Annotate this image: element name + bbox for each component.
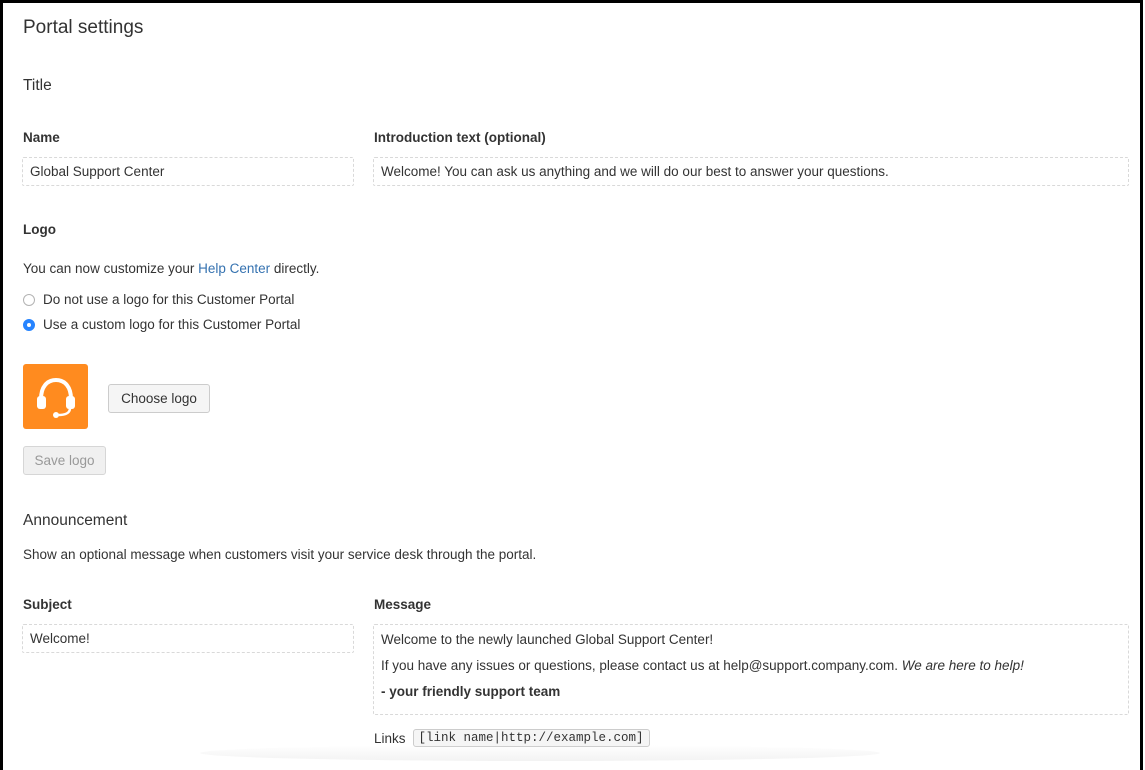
save-logo-button[interactable]: Save logo [23, 446, 106, 475]
message-label: Message [374, 597, 432, 612]
radio-custom-logo-label: Use a custom logo for this Customer Port… [43, 317, 301, 332]
subject-label: Subject [23, 597, 72, 612]
name-input-value: Global Support Center [30, 164, 165, 179]
subject-input-value: Welcome! [30, 631, 90, 646]
name-label: Name [23, 130, 60, 145]
announcement-heading: Announcement [23, 512, 128, 529]
customize-prefix: You can now customize your [23, 261, 199, 276]
choose-logo-button[interactable]: Choose logo [108, 384, 210, 413]
message-line-2: If you have any issues or questions, ple… [381, 658, 1121, 674]
title-section-heading: Title [23, 77, 52, 94]
name-input[interactable]: Global Support Center [22, 157, 354, 186]
help-center-link[interactable]: Help Center [198, 261, 270, 276]
headset-icon [36, 377, 75, 418]
customize-help-text: You can now customize your Help Center d… [23, 261, 319, 276]
logo-heading: Logo [23, 222, 56, 237]
page-title: Portal settings [23, 17, 144, 38]
announcement-description: Show an optional message when customers … [23, 547, 537, 562]
radio-no-logo[interactable] [23, 293, 35, 306]
message-line-3: - your friendly support team [381, 684, 561, 699]
customize-suffix: directly. [270, 261, 320, 276]
intro-text-input[interactable]: Welcome! You can ask us anything and we … [373, 157, 1129, 186]
intro-text-label: Introduction text (optional) [374, 130, 546, 145]
message-textarea[interactable]: Welcome to the newly launched Global Sup… [373, 624, 1129, 715]
message-line-2-italic: We are here to help! [901, 658, 1024, 673]
intro-text-value: Welcome! You can ask us anything and we … [381, 164, 889, 179]
bottom-shadow [200, 745, 880, 761]
radio-custom-logo[interactable] [23, 318, 35, 331]
subject-input[interactable]: Welcome! [22, 624, 354, 653]
radio-custom-logo-option[interactable]: Use a custom logo for this Customer Port… [23, 317, 300, 332]
message-line-2-text: If you have any issues or questions, ple… [381, 658, 902, 673]
message-line-1: Welcome to the newly launched Global Sup… [381, 632, 714, 647]
logo-preview [23, 364, 88, 429]
radio-no-logo-label: Do not use a logo for this Customer Port… [43, 292, 295, 307]
links-label: Links [374, 730, 406, 746]
radio-no-logo-option[interactable]: Do not use a logo for this Customer Port… [23, 292, 294, 307]
